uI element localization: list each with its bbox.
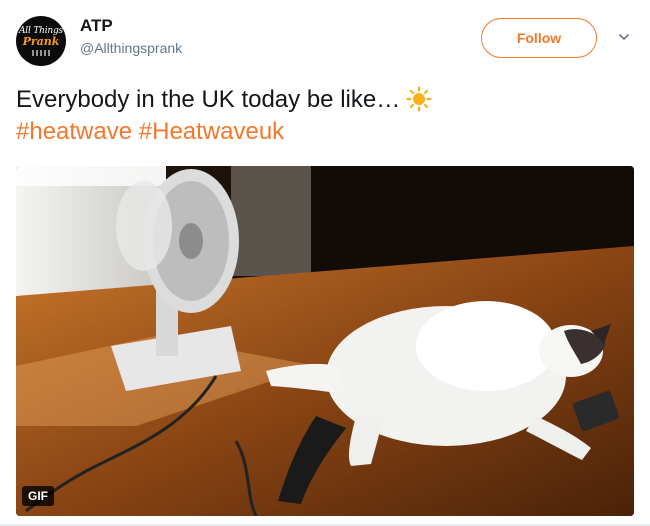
tweet-text: Everybody in the UK today be like… #heat… [16,84,636,148]
tweet-body: Everybody in the UK today be like… [16,86,401,113]
avatar-logo-decoration [32,50,50,56]
sun-icon [406,86,432,112]
gif-badge: GIF [22,486,54,506]
hashtag-heatwave[interactable]: #heatwave [16,118,132,145]
avatar-logo-text-brand: Prank [22,35,60,48]
follow-button[interactable]: Follow [481,18,597,58]
tweet-text-line: Everybody in the UK today be like… [16,84,636,116]
tweet: All Things Prank ATP @Allthingsprank Fol… [0,0,650,526]
gif-frame-cat-and-fan [16,166,634,516]
author-name[interactable]: ATP [80,16,113,36]
author-handle[interactable]: @Allthingsprank [80,40,182,56]
hashtag-line: #heatwave #Heatwaveuk [16,116,636,148]
avatar[interactable]: All Things Prank [16,16,66,66]
tweet-media-gif[interactable]: GIF [16,166,634,516]
chevron-down-icon[interactable] [617,30,631,44]
hashtag-heatwaveuk[interactable]: #Heatwaveuk [139,118,284,145]
